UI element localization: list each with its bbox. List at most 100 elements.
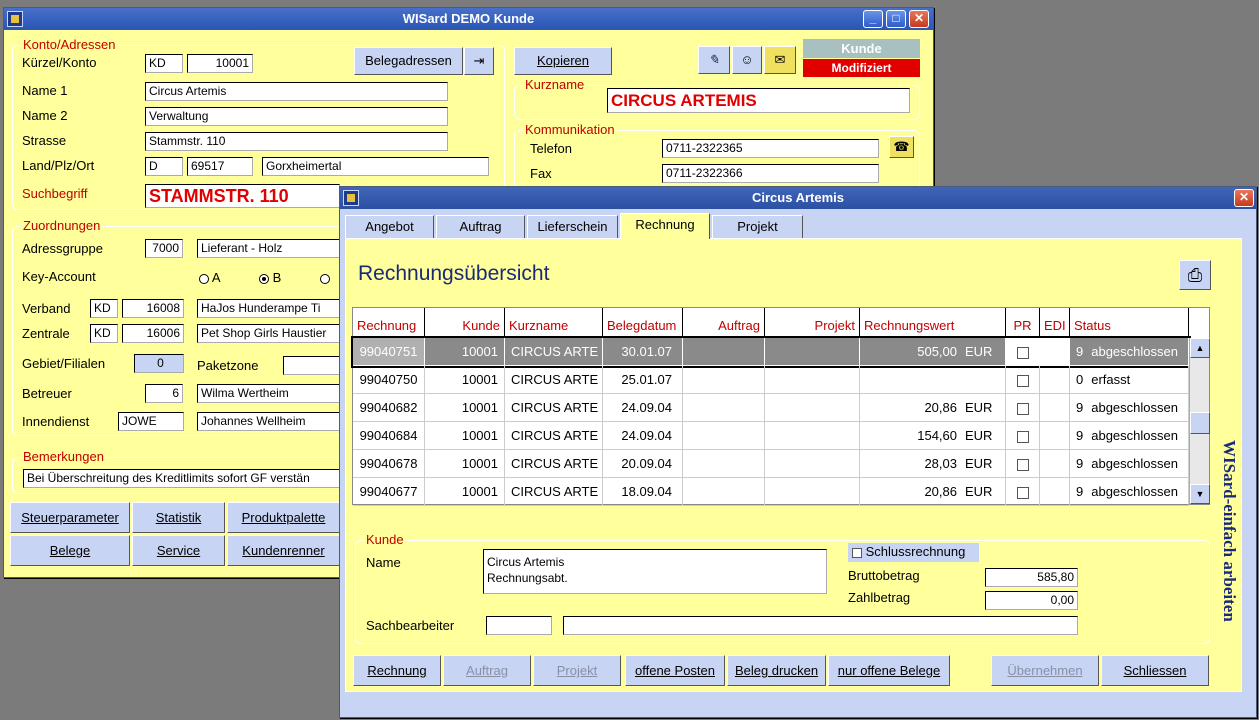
adressgruppe-code-field[interactable]: 7000: [145, 239, 183, 258]
name2-field[interactable]: Verwaltung: [145, 107, 448, 126]
telefon-field[interactable]: 0711-2322365: [662, 139, 879, 158]
statistik-button[interactable]: Statistik: [132, 502, 225, 533]
printer-icon[interactable]: ⎙: [1179, 260, 1211, 290]
cell-kunde: 10001: [425, 450, 505, 478]
beleg-drucken-button[interactable]: Beleg drucken: [727, 655, 826, 686]
service-button[interactable]: Service: [132, 535, 225, 566]
scroll-up-icon[interactable]: ▲: [1190, 338, 1210, 358]
kurzname-field[interactable]: CIRCUS ARTEMIS: [607, 88, 910, 113]
pr-checkbox[interactable]: [1016, 430, 1029, 443]
maximize-icon[interactable]: □: [886, 10, 906, 28]
tab-auftrag[interactable]: Auftrag: [436, 215, 525, 238]
name1-field[interactable]: Circus Artemis: [145, 82, 448, 101]
scroll-thumb[interactable]: [1190, 412, 1210, 434]
plz-field[interactable]: 69517: [187, 157, 253, 176]
table-row[interactable]: 99040750 10001 CIRCUS ARTE 25.01.07 0 erfasst: [353, 366, 1189, 394]
zentrale-nr-field[interactable]: 16006: [122, 324, 184, 343]
betreuer-nr-field[interactable]: 6: [145, 384, 183, 403]
dialog-titlebar[interactable]: Circus Artemis ✕: [340, 187, 1256, 209]
column-header[interactable]: Kurzname: [505, 308, 603, 338]
table-row[interactable]: 99040682 10001 CIRCUS ARTE 24.09.04 20,86 EUR…: [353, 394, 1189, 422]
ort-field[interactable]: Gorxheimertal: [262, 157, 489, 176]
betreuer-name-field[interactable]: Wilma Wertheim: [197, 384, 342, 403]
steuerparameter-button[interactable]: Steuerparameter: [10, 502, 130, 533]
auftrag-button[interactable]: Auftrag: [443, 655, 531, 686]
scroll-down-icon[interactable]: ▼: [1190, 484, 1210, 504]
konto-field[interactable]: 10001: [187, 54, 253, 73]
pr-checkbox[interactable]: [1016, 374, 1029, 387]
adressgruppe-field[interactable]: Lieferant - Holz: [197, 239, 342, 258]
kopieren-button[interactable]: Kopieren: [514, 47, 612, 75]
column-header[interactable]: Rechnungswert: [860, 308, 1006, 338]
pr-checkbox[interactable]: [1016, 458, 1029, 471]
scrollbar[interactable]: ▲ ▼: [1189, 338, 1210, 504]
table-row[interactable]: 99040678 10001 CIRCUS ARTE 20.09.04 28,03 EUR…: [353, 450, 1189, 478]
radio-c[interactable]: [320, 270, 330, 285]
column-header[interactable]: Belegdatum: [603, 308, 683, 338]
kuerzel-field[interactable]: KD: [145, 54, 183, 73]
kundenrenner-button[interactable]: Kundenrenner: [227, 535, 340, 566]
rechnung-button[interactable]: Rechnung: [353, 655, 441, 686]
pr-checkbox[interactable]: [1016, 402, 1029, 415]
fax-field[interactable]: 0711-2322366: [662, 164, 879, 183]
column-header[interactable]: Status: [1070, 308, 1189, 338]
main-titlebar[interactable]: WISard DEMO Kunde _ □ ✕: [4, 8, 933, 30]
gebiet-field[interactable]: 0: [134, 354, 184, 373]
cell-datum: 24.09.04: [603, 422, 683, 450]
phone-icon[interactable]: ☎: [889, 136, 914, 158]
portrait-icon[interactable]: ☺: [732, 46, 762, 74]
land-field[interactable]: D: [145, 157, 183, 176]
signature-icon[interactable]: ✎: [698, 46, 730, 74]
verband-nr-field[interactable]: 16008: [122, 299, 184, 318]
column-header[interactable]: Rechnung: [353, 308, 425, 338]
kunde-name-field[interactable]: Circus Artemis Rechnungsabt.: [483, 549, 827, 594]
column-header[interactable]: PR: [1006, 308, 1040, 338]
innendienst-code-field[interactable]: JOWE: [118, 412, 184, 431]
table-row[interactable]: 99040751 10001 CIRCUS ARTE 30.01.07 505,00 EU…: [351, 336, 1191, 368]
tab-rechnung[interactable]: Rechnung: [620, 213, 710, 239]
close-icon[interactable]: ✕: [909, 10, 929, 28]
radio-a[interactable]: A: [199, 270, 221, 285]
zahlbetrag-field[interactable]: 0,00: [985, 591, 1078, 610]
suchbegriff-field[interactable]: STAMMSTR. 110: [145, 184, 340, 208]
tab-angebot[interactable]: Angebot: [345, 215, 434, 238]
verband-name-field[interactable]: HaJos Hunderampe Ti: [197, 299, 342, 318]
column-header[interactable]: EDI: [1040, 308, 1070, 338]
schliessen-button[interactable]: Schliessen: [1101, 655, 1209, 686]
cell-rechnung: 99040684: [353, 422, 425, 450]
bemerkungen-field[interactable]: Bei Überschreitung des Kreditlimits sofo…: [23, 469, 342, 488]
minimize-icon[interactable]: _: [863, 10, 883, 28]
verband-kd-field[interactable]: KD: [90, 299, 118, 318]
sachbearbeiter-code-field[interactable]: [486, 616, 552, 635]
pr-checkbox[interactable]: [1016, 346, 1029, 359]
column-header[interactable]: Projekt: [765, 308, 860, 338]
radio-b[interactable]: B: [259, 270, 281, 285]
strasse-field[interactable]: Stammstr. 110: [145, 132, 448, 151]
zentrale-name-field[interactable]: Pet Shop Girls Haustier: [197, 324, 342, 343]
table-row[interactable]: 99040677 10001 CIRCUS ARTE 18.09.04 20,86 EUR…: [353, 478, 1189, 506]
uebernehmen-button[interactable]: Übernehmen: [991, 655, 1099, 686]
paketzone-field[interactable]: [283, 356, 343, 375]
brutto-field[interactable]: 585,80: [985, 568, 1078, 587]
belege-button[interactable]: Belege: [10, 535, 130, 566]
dialog-close-icon[interactable]: ✕: [1234, 189, 1254, 207]
belegadressen-button[interactable]: Belegadressen: [354, 47, 463, 75]
produktpalette-button[interactable]: Produktpalette: [227, 502, 340, 533]
tab-projekt[interactable]: Projekt: [712, 215, 803, 238]
offene-posten-button[interactable]: offene Posten: [625, 655, 725, 686]
nur-offene-belege-button[interactable]: nur offene Belege: [828, 655, 950, 686]
sachbearbeiter-name-field[interactable]: [563, 616, 1078, 635]
table-row[interactable]: 99040684 10001 CIRCUS ARTE 24.09.04 154,60 EU…: [353, 422, 1189, 450]
pr-checkbox[interactable]: [1016, 486, 1029, 499]
column-header[interactable]: Auftrag: [683, 308, 765, 338]
schlussrechnung-checkbox[interactable]: Schlussrechnung: [848, 543, 979, 562]
invoice-table: Rechnung Kunde Kurzname Belegdatum Auftrag Pr…: [351, 307, 1210, 506]
betreuer-label: Betreuer: [22, 386, 72, 401]
zentrale-kd-field[interactable]: KD: [90, 324, 118, 343]
note-icon[interactable]: ✉: [764, 46, 796, 74]
tab-lieferschein[interactable]: Lieferschein: [527, 215, 618, 238]
innendienst-name-field[interactable]: Johannes Wellheim: [197, 412, 342, 431]
door-icon[interactable]: ⇥: [464, 47, 494, 75]
column-header[interactable]: Kunde: [425, 308, 505, 338]
projekt-button[interactable]: Projekt: [533, 655, 621, 686]
